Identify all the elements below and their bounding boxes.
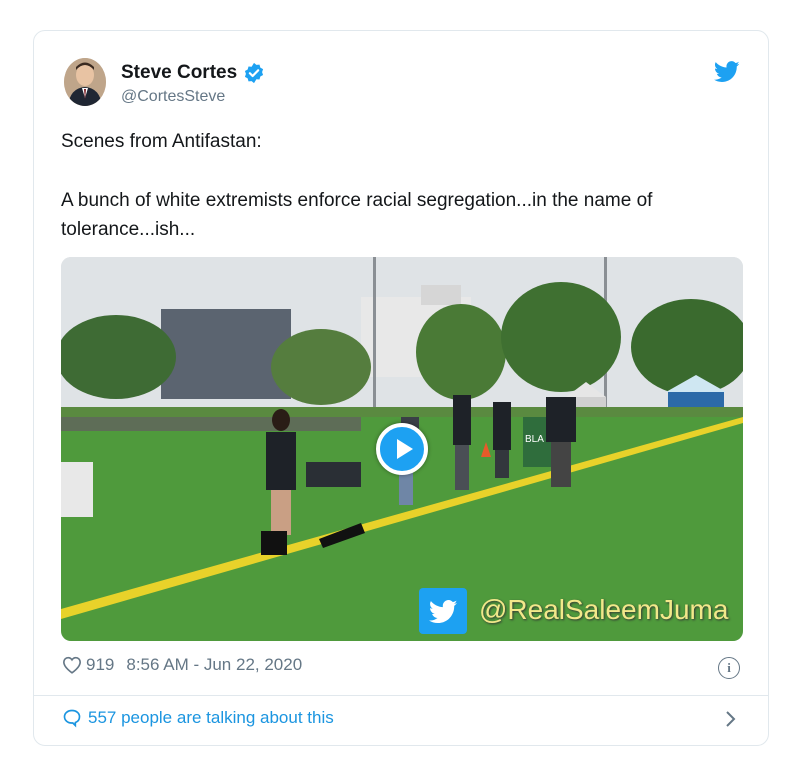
video-player[interactable]: BLA @RealSaleemJuma	[61, 257, 743, 641]
tweet-text: Scenes from Antifastan: A bunch of white…	[61, 127, 741, 244]
tweet-embed-card: Steve Cortes @CortesSteve Scenes from An…	[33, 30, 769, 746]
heart-icon	[62, 656, 82, 674]
divider	[34, 695, 768, 696]
like-count: 919	[86, 655, 115, 674]
avatar[interactable]	[64, 58, 106, 106]
watermark-twitter-icon	[419, 588, 467, 634]
white-bin	[61, 462, 93, 517]
info-icon[interactable]: i	[718, 657, 740, 679]
tweet-text-line2: A bunch of white extremists enforce raci…	[61, 190, 653, 240]
play-button[interactable]	[376, 423, 428, 475]
person	[266, 432, 296, 490]
like-button[interactable]: 919	[62, 655, 114, 675]
author-handle[interactable]: @CortesSteve	[121, 88, 225, 106]
twitter-bird-icon[interactable]	[714, 61, 740, 83]
author-name-row[interactable]: Steve Cortes	[121, 62, 265, 84]
comment-bubble-icon	[63, 709, 81, 728]
conversation-text[interactable]: 557 people are talking about this	[88, 708, 334, 728]
tweet-meta: 919 8:56 AM - Jun 22, 2020	[62, 655, 302, 675]
backpack	[261, 531, 287, 555]
conversation-link[interactable]: 557 people are talking about this	[62, 708, 334, 728]
verified-badge-icon	[245, 62, 264, 84]
author-name[interactable]: Steve Cortes	[121, 62, 237, 84]
video-watermark: @RealSaleemJuma	[479, 594, 729, 625]
building-left	[161, 309, 291, 399]
chevron-right-icon[interactable]	[724, 709, 738, 729]
tweet-text-line1: Scenes from Antifastan:	[61, 131, 262, 152]
banner-text: BLA	[525, 434, 544, 445]
tweet-timestamp[interactable]: 8:56 AM - Jun 22, 2020	[126, 655, 302, 675]
